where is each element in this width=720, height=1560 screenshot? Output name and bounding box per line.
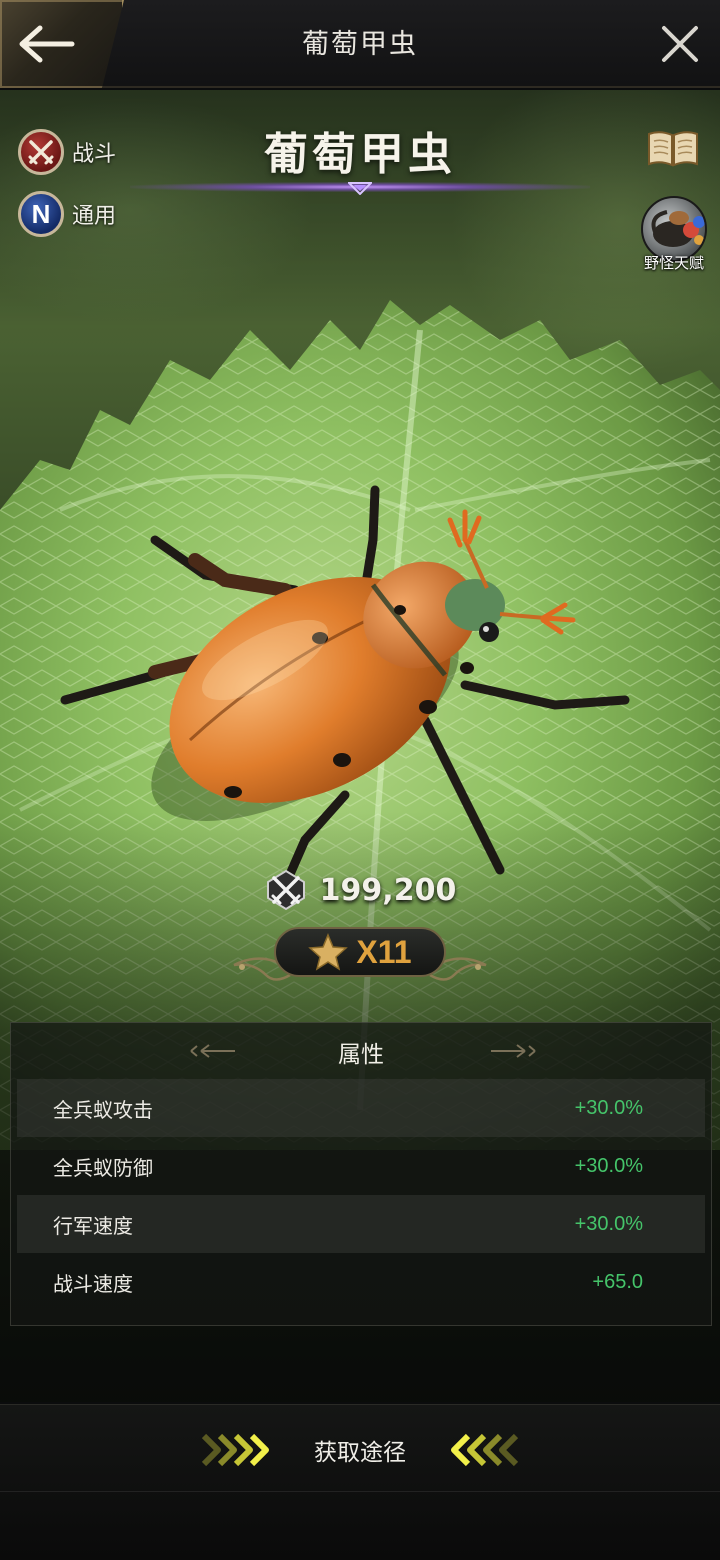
- attribute-row: 战斗速度 +65.0: [17, 1253, 705, 1311]
- ornament-right-icon: [491, 1044, 536, 1058]
- crossed-swords-icon: [18, 129, 64, 175]
- combat-power-icon: [266, 869, 305, 911]
- attribute-value: +65.0: [592, 1270, 643, 1293]
- close-button[interactable]: [658, 22, 702, 66]
- star-level: X11: [232, 925, 488, 995]
- attribute-name: 战斗速度: [53, 1271, 133, 1296]
- attribute-name: 全兵蚁防御: [53, 1155, 153, 1180]
- star-count: X11: [356, 933, 412, 970]
- talent-label: 野怪天赋: [643, 254, 704, 272]
- book-icon: [648, 131, 698, 167]
- attributes-panel: 属性 全兵蚁攻击 +30.0% 全兵蚁防御 +30.0% 行军速度 +30.0%…: [10, 1022, 712, 1326]
- tag-battle-label: 战斗: [72, 142, 117, 167]
- attribute-value: +30.0%: [574, 1096, 643, 1119]
- attributes-header: 属性: [11, 1023, 711, 1079]
- obtain-route-button[interactable]: 获取途径: [0, 1425, 720, 1475]
- attribute-row: 全兵蚁攻击 +30.0%: [17, 1079, 705, 1137]
- obtain-route-label: 获取途径: [314, 1440, 406, 1466]
- star-icon: [308, 933, 349, 971]
- attribute-value: +30.0%: [574, 1212, 643, 1235]
- attribute-row: 行军速度 +30.0%: [17, 1195, 705, 1253]
- tag-general-label: 通用: [72, 204, 117, 229]
- page-title: 葡萄甲虫: [302, 29, 418, 60]
- top-bar: 葡萄甲虫: [0, 0, 720, 88]
- attributes-title: 属性: [338, 1042, 384, 1068]
- attribute-value: +30.0%: [574, 1154, 643, 1177]
- tag-battle: 战斗: [18, 128, 116, 176]
- combat-power-value: 199,200: [319, 872, 457, 908]
- close-icon: [662, 26, 698, 62]
- combat-power: 199,200: [0, 865, 720, 915]
- monster-talent-button[interactable]: 野怪天赋: [638, 196, 710, 282]
- attribute-name: 全兵蚁攻击: [53, 1097, 153, 1122]
- tag-general: N 通用: [18, 190, 116, 238]
- chevrons-left-icon: [451, 1433, 519, 1467]
- bottom-bar: 获取途径: [0, 1404, 720, 1560]
- chevrons-right-icon: [201, 1433, 269, 1467]
- encyclopedia-button[interactable]: [646, 128, 700, 168]
- attribute-name: 行军速度: [53, 1213, 133, 1238]
- star-pill: X11: [274, 927, 446, 977]
- diamond-icon: [348, 182, 372, 195]
- divider: [0, 1491, 720, 1492]
- attribute-row: 全兵蚁防御 +30.0%: [17, 1137, 705, 1195]
- rarity-badge: N: [18, 191, 64, 237]
